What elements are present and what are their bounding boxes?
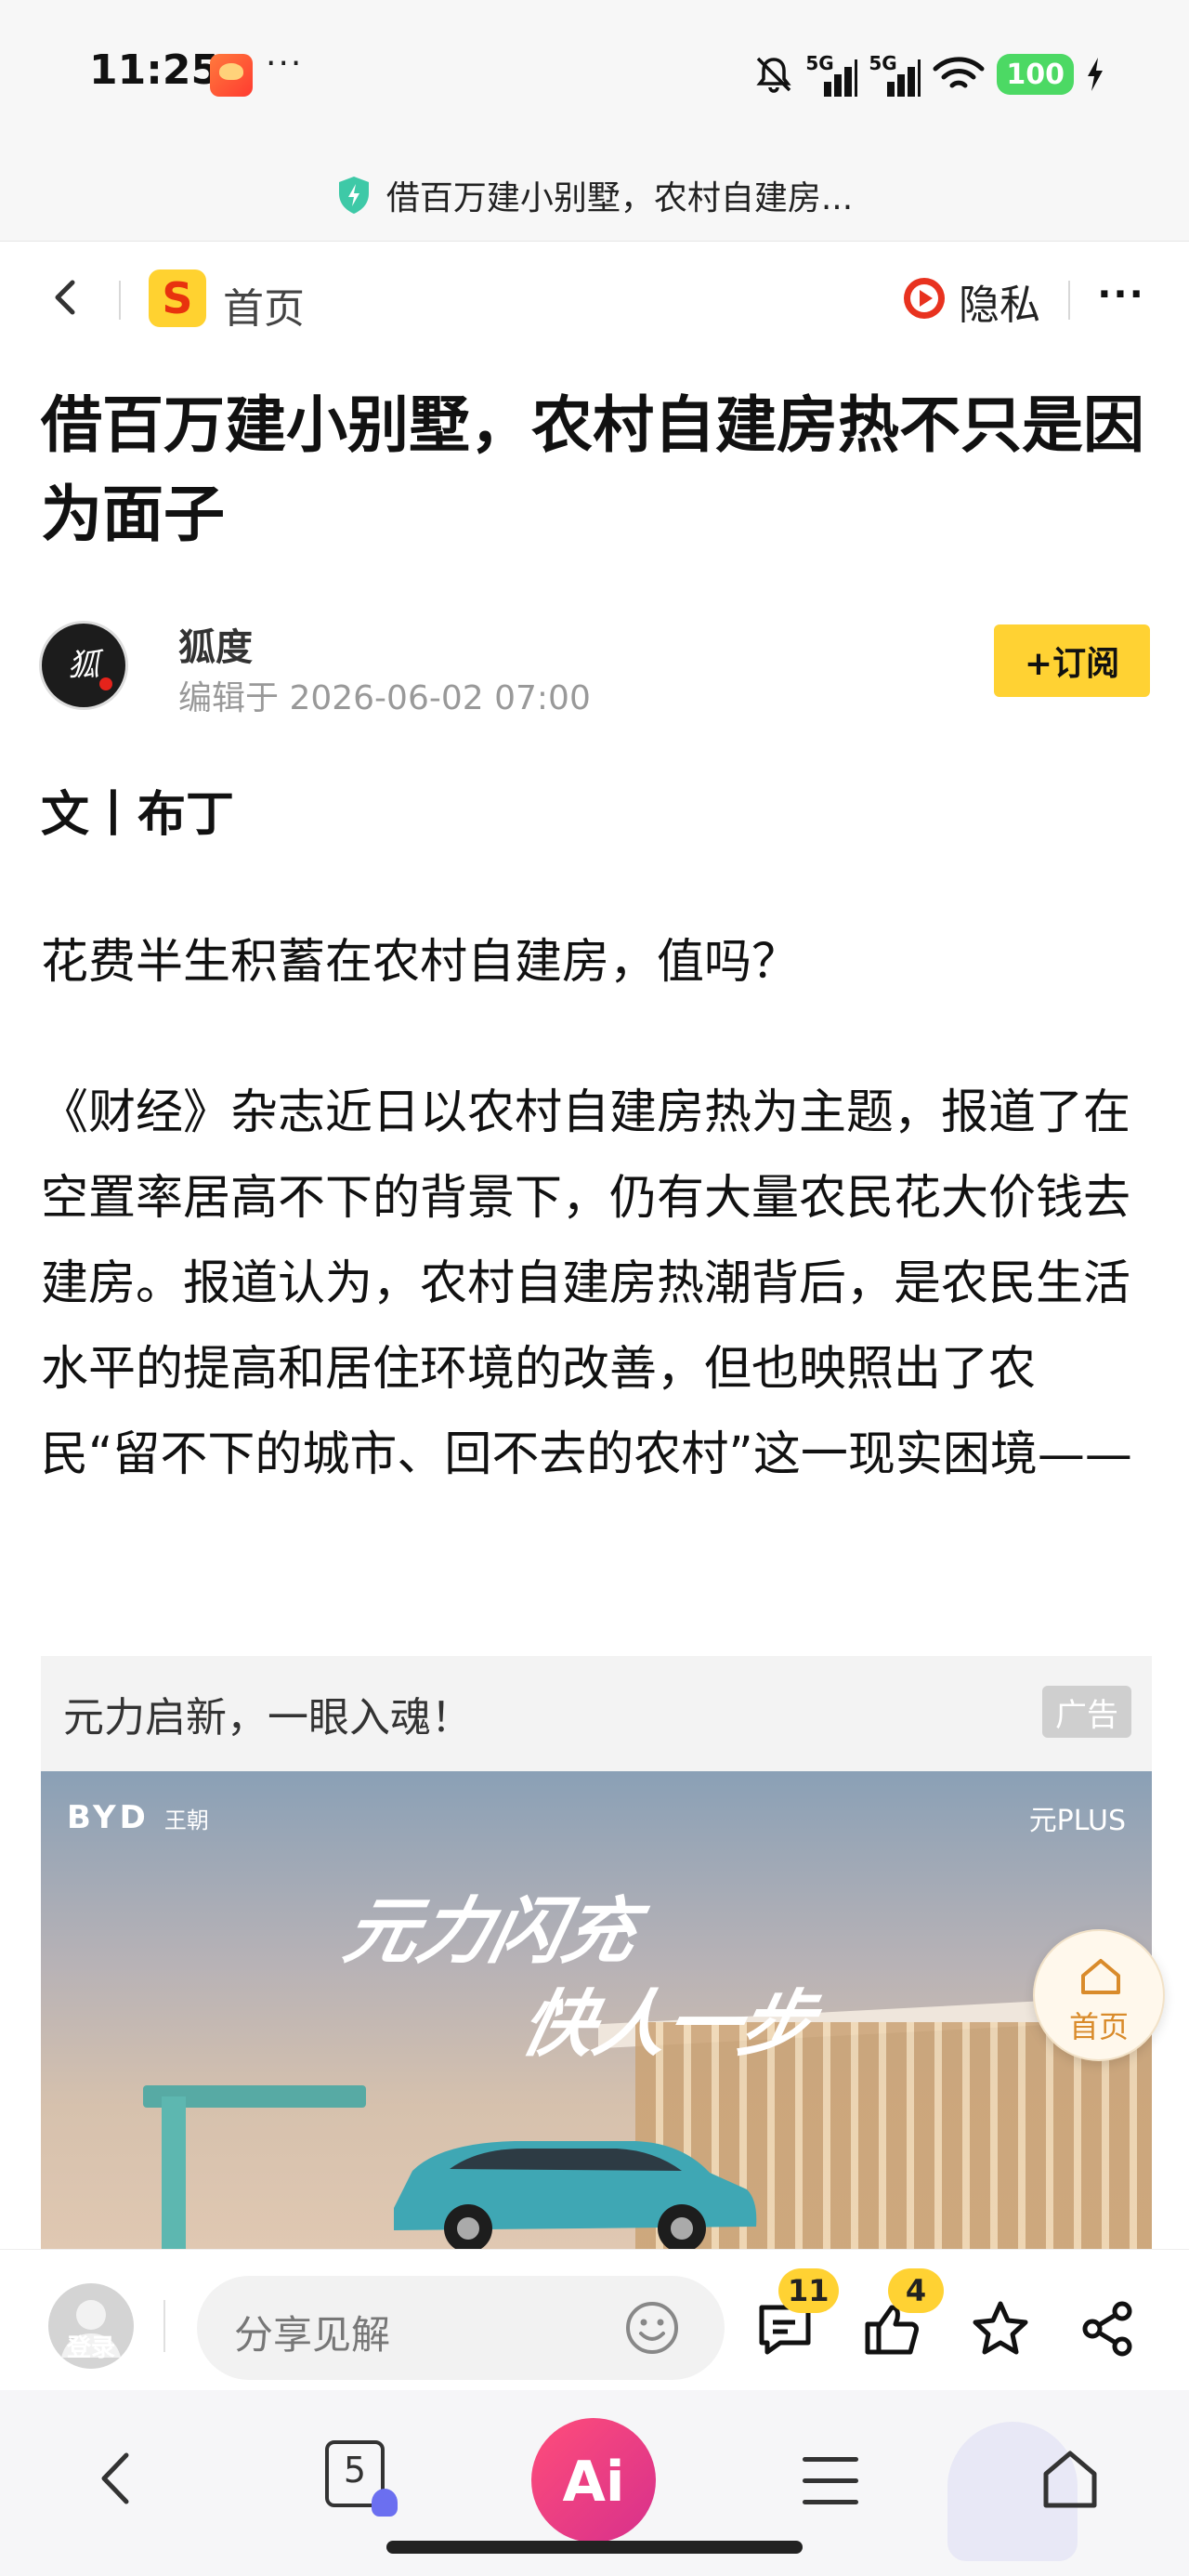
charging-icon (1088, 58, 1103, 91)
home-indicator[interactable] (386, 2541, 803, 2554)
signal-label: 5G (805, 52, 834, 74)
comment-bar: 登录 分享见解 11 4 (0, 2249, 1189, 2390)
ad-banner-image[interactable]: BYD 王朝 元PLUS 元力闪充 快人一步 (41, 1771, 1152, 2251)
wifi-icon (933, 57, 985, 88)
ghost-badge-icon (372, 2489, 398, 2517)
floating-home-button[interactable]: 首页 (1033, 1929, 1165, 2061)
article-paragraph-1: 花费半生积蓄在农村自建房，值吗？ (41, 935, 800, 990)
ad-charger-post (162, 2096, 186, 2251)
ad-car-image (394, 2141, 757, 2251)
back-icon[interactable] (41, 271, 93, 323)
floating-home-label: 首页 (1068, 2009, 1129, 2044)
security-shield-icon (338, 176, 369, 214)
star-icon[interactable] (970, 2298, 1031, 2359)
ad-title: 元力启新，一眼入魂！ (63, 1694, 472, 1741)
article-nav-bar: S 首页 隐私 ··· (0, 243, 1189, 355)
share-input-placeholder: 分享见解 (234, 2312, 391, 2358)
privacy-play-icon[interactable] (901, 275, 947, 322)
status-more-dots: ··· (266, 45, 304, 83)
ad-slogan-line-2: 快人一步 (513, 1983, 822, 2067)
battery-indicator: 100 (997, 54, 1074, 95)
ad-brand-logo: BYD 王朝 (67, 1799, 209, 1836)
ai-button[interactable]: Ai (531, 2418, 656, 2543)
nav-divider (119, 281, 121, 320)
signal-5g-icon-2: 5G (869, 52, 921, 97)
tabs-button[interactable]: 5 (325, 2440, 398, 2517)
author-avatar[interactable]: 狐 (39, 621, 128, 710)
article-paragraph-2: 《财经》杂志近日以农村自建房热为主题，报道了在空置率居高不下的背景下，仍有大量农… (41, 1085, 1132, 1482)
ad-model-logo: 元PLUS (1028, 1805, 1126, 1837)
comment-count-badge: 11 (778, 2268, 839, 2313)
share-icon[interactable] (1078, 2298, 1139, 2359)
login-avatar[interactable]: 登录 (48, 2283, 134, 2369)
share-input[interactable]: 分享见解 (197, 2276, 725, 2380)
sohu-logo-icon[interactable]: S (149, 269, 206, 327)
url-title: 借百万建小别墅，农村自建房... (385, 178, 854, 217)
edit-timestamp: 编辑于 2026-06-02 07:00 (178, 679, 591, 717)
nav-back-icon[interactable] (89, 2446, 145, 2511)
login-label: 登录 (66, 2334, 115, 2362)
tab-count: 5 (343, 2450, 367, 2491)
ad-card[interactable]: 元力启新，一眼入魂！ 广告 BYD 王朝 元PLUS 元力闪充 快人一步 (41, 1656, 1152, 2251)
status-time: 11:25 (89, 46, 220, 94)
url-bar[interactable]: 借百万建小别墅，农村自建房... (0, 149, 1189, 242)
signal-label-2: 5G (869, 52, 897, 74)
ad-slogan-line-1: 元力闪充 (336, 1890, 646, 1974)
nav-divider-2 (1068, 281, 1070, 320)
article-byline: 文丨布丁 (41, 787, 235, 843)
status-icons: 5G 5G 100 (753, 48, 1105, 100)
ad-brand-sub: 王朝 (163, 1807, 209, 1833)
emoji-icon[interactable] (624, 2300, 680, 2356)
home-icon (1081, 1959, 1120, 1994)
status-bar: 11:25 ··· 5G 5G 100 (0, 0, 1189, 149)
bell-muted-icon (756, 57, 792, 93)
subscribe-button[interactable]: +订阅 (994, 624, 1150, 697)
comment-bar-divider (163, 2300, 165, 2352)
privacy-button[interactable]: 隐私 (959, 271, 1040, 331)
ai-label: Ai (562, 2450, 625, 2515)
author-name[interactable]: 狐度 (178, 617, 253, 671)
app-notification-icon (210, 54, 253, 97)
article-title: 借百万建小别墅，农村自建房热不只是因为面子 (41, 389, 1144, 550)
ad-brand-text: BYD (67, 1799, 150, 1836)
menu-icon[interactable] (803, 2457, 858, 2509)
ad-badge: 广告 (1042, 1686, 1131, 1738)
nav-home-icon[interactable] (1040, 2448, 1100, 2511)
signal-5g-icon: 5G (805, 52, 858, 97)
more-options-button[interactable]: ··· (1092, 273, 1150, 320)
nav-home-link[interactable]: 首页 (223, 275, 305, 335)
like-count-badge: 4 (888, 2268, 944, 2313)
